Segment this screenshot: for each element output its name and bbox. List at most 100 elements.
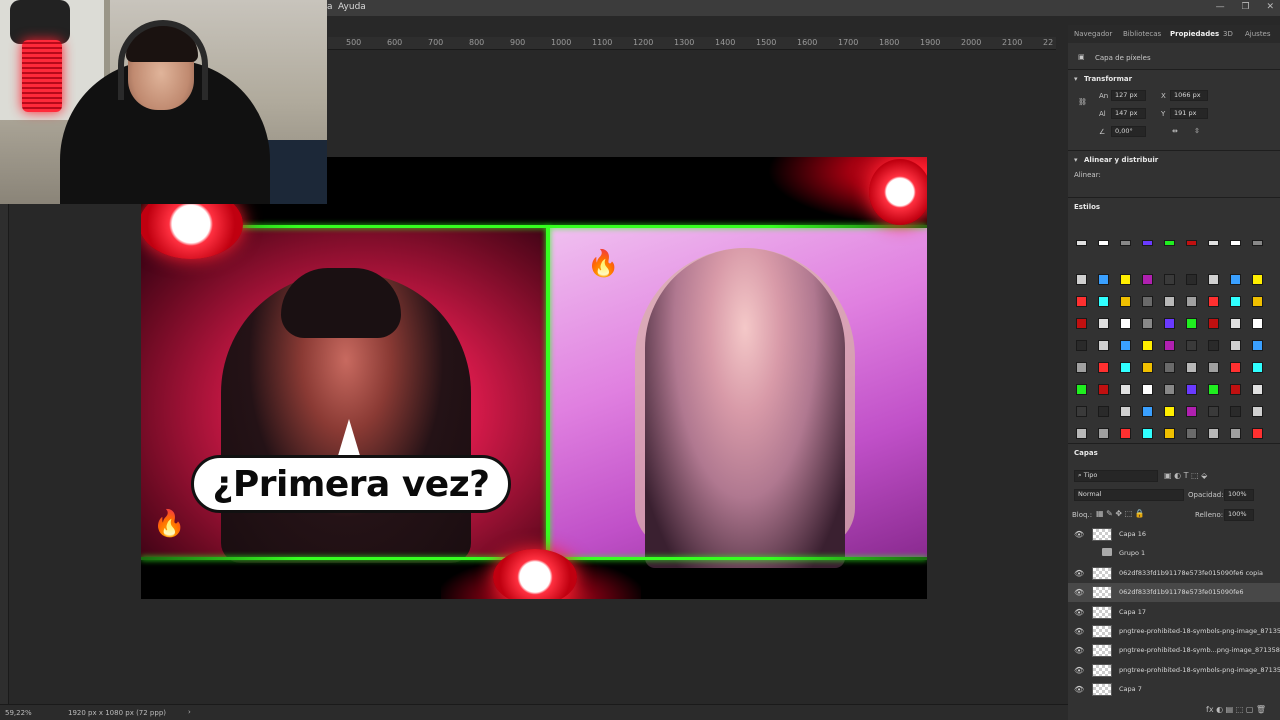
style-swatch[interactable] (1230, 362, 1241, 373)
style-swatch[interactable] (1142, 318, 1153, 329)
style-swatch[interactable] (1252, 428, 1263, 439)
style-swatch[interactable] (1252, 274, 1263, 285)
tab-libraries[interactable]: Bibliotecas (1123, 30, 1161, 38)
style-swatch[interactable] (1230, 274, 1241, 285)
style-swatch[interactable] (1164, 406, 1175, 417)
style-swatch[interactable] (1186, 296, 1197, 307)
style-swatch[interactable] (1120, 296, 1131, 307)
style-swatch[interactable] (1142, 384, 1153, 395)
zoom-level[interactable]: 59,22% (5, 709, 32, 717)
style-swatch[interactable] (1164, 428, 1175, 439)
style-swatch[interactable] (1164, 384, 1175, 395)
style-swatch[interactable] (1208, 362, 1219, 373)
style-swatch[interactable] (1120, 340, 1131, 351)
chevron-down-icon[interactable]: ▾ (1074, 156, 1078, 164)
visibility-eye-icon[interactable]: 👁 (1074, 588, 1084, 597)
maximize-icon[interactable]: ❐ (1242, 2, 1250, 12)
visibility-eye-icon[interactable]: 👁 (1074, 646, 1084, 655)
visibility-eye-icon[interactable]: 👁 (1074, 608, 1084, 617)
flip-horizontal-icon[interactable]: ⇹ (1172, 127, 1178, 135)
style-swatch[interactable] (1208, 340, 1219, 351)
style-swatch[interactable] (1120, 428, 1131, 439)
style-swatch[interactable] (1186, 384, 1197, 395)
fill-field[interactable]: 100% (1224, 509, 1254, 521)
layer-row[interactable]: 👁 Capa 7 (1068, 680, 1280, 699)
style-swatch[interactable] (1076, 318, 1087, 329)
layer-row[interactable]: 👁 Capa 17 (1068, 603, 1280, 622)
height-field[interactable]: 147 px (1111, 108, 1146, 119)
style-swatch[interactable] (1208, 318, 1219, 329)
style-swatch[interactable] (1186, 318, 1197, 329)
style-swatch[interactable] (1142, 240, 1153, 246)
style-swatch[interactable] (1076, 384, 1087, 395)
style-swatch[interactable] (1098, 428, 1109, 439)
style-swatch[interactable] (1252, 362, 1263, 373)
style-swatch[interactable] (1098, 296, 1109, 307)
layer-row[interactable]: 👁 pngtree-prohibited-18-symbols-png-image… (1068, 622, 1280, 641)
minimize-icon[interactable]: — (1216, 2, 1225, 12)
style-swatch[interactable] (1252, 384, 1263, 395)
style-swatch[interactable] (1120, 362, 1131, 373)
style-swatch[interactable] (1164, 240, 1175, 246)
style-swatch[interactable] (1076, 406, 1087, 417)
style-swatch[interactable] (1120, 318, 1131, 329)
style-swatch[interactable] (1252, 240, 1263, 246)
style-swatch[interactable] (1120, 384, 1131, 395)
menu-item-partial[interactable]: a (327, 2, 333, 12)
chevron-down-icon[interactable]: ▾ (1074, 75, 1078, 83)
style-swatch[interactable] (1186, 340, 1197, 351)
style-swatch[interactable] (1098, 362, 1109, 373)
document-canvas[interactable]: 🔥 🔥 ¿Primera vez? (141, 157, 927, 599)
style-swatch[interactable] (1208, 406, 1219, 417)
visibility-eye-icon[interactable]: 👁 (1074, 627, 1084, 636)
lock-icons[interactable]: ▦ ✎ ✥ ⬚ 🔒 (1096, 509, 1145, 518)
style-swatch[interactable] (1230, 406, 1241, 417)
layer-row[interactable]: 👁 pngtree-prohibited-18-symb...png-image_… (1068, 641, 1280, 660)
style-swatch[interactable] (1098, 384, 1109, 395)
visibility-eye-icon[interactable]: 👁 (1074, 666, 1084, 675)
blend-mode-select[interactable]: Normal (1074, 489, 1184, 501)
style-swatch[interactable] (1076, 340, 1087, 351)
style-swatch[interactable] (1230, 428, 1241, 439)
y-field[interactable]: 191 px (1170, 108, 1208, 119)
style-swatch[interactable] (1186, 406, 1197, 417)
visibility-eye-icon[interactable]: 👁 (1074, 685, 1084, 694)
layer-row[interactable]: 👁 pngtree-prohibited-18-symbols-png-image… (1068, 661, 1280, 680)
style-swatch[interactable] (1142, 274, 1153, 285)
style-swatch[interactable] (1120, 240, 1131, 246)
style-swatch[interactable] (1076, 274, 1087, 285)
flip-vertical-icon[interactable]: ⇳ (1194, 127, 1200, 135)
layer-actions[interactable]: fx ◐ ▤ ⬚ ▢ 🗑 (1206, 705, 1266, 714)
tab-3d[interactable]: 3D (1223, 30, 1233, 38)
opacity-field[interactable]: 100% (1224, 489, 1254, 501)
style-swatch[interactable] (1208, 240, 1219, 246)
style-swatch[interactable] (1230, 240, 1241, 246)
style-swatch[interactable] (1186, 240, 1197, 246)
layer-row[interactable]: 👁 Capa 16 (1068, 525, 1280, 544)
style-swatch[interactable] (1076, 240, 1087, 246)
menu-item-help[interactable]: Ayuda (338, 2, 366, 12)
x-field[interactable]: 1066 px (1170, 90, 1208, 101)
style-swatch[interactable] (1142, 428, 1153, 439)
style-swatch[interactable] (1164, 296, 1175, 307)
layer-filter-select[interactable]: ⌕ Tipo (1074, 470, 1158, 482)
style-swatch[interactable] (1252, 340, 1263, 351)
style-swatch[interactable] (1208, 384, 1219, 395)
close-icon[interactable]: ✕ (1266, 2, 1274, 12)
style-swatch[interactable] (1208, 428, 1219, 439)
style-swatch[interactable] (1230, 340, 1241, 351)
style-swatch[interactable] (1098, 340, 1109, 351)
style-swatch[interactable] (1208, 274, 1219, 285)
style-swatch[interactable] (1252, 406, 1263, 417)
tab-adjustments[interactable]: Ajustes (1245, 30, 1271, 38)
style-swatch[interactable] (1186, 362, 1197, 373)
style-swatch[interactable] (1230, 318, 1241, 329)
style-swatch[interactable] (1208, 296, 1219, 307)
style-swatch[interactable] (1230, 384, 1241, 395)
style-swatch[interactable] (1252, 318, 1263, 329)
style-swatch[interactable] (1230, 296, 1241, 307)
layer-row[interactable]: Grupo 1 (1068, 544, 1280, 563)
style-swatch[interactable] (1164, 274, 1175, 285)
layer-row[interactable]: 👁 062df833fd1b91178e573fe015090fe6 copia (1068, 564, 1280, 583)
style-swatch[interactable] (1186, 428, 1197, 439)
